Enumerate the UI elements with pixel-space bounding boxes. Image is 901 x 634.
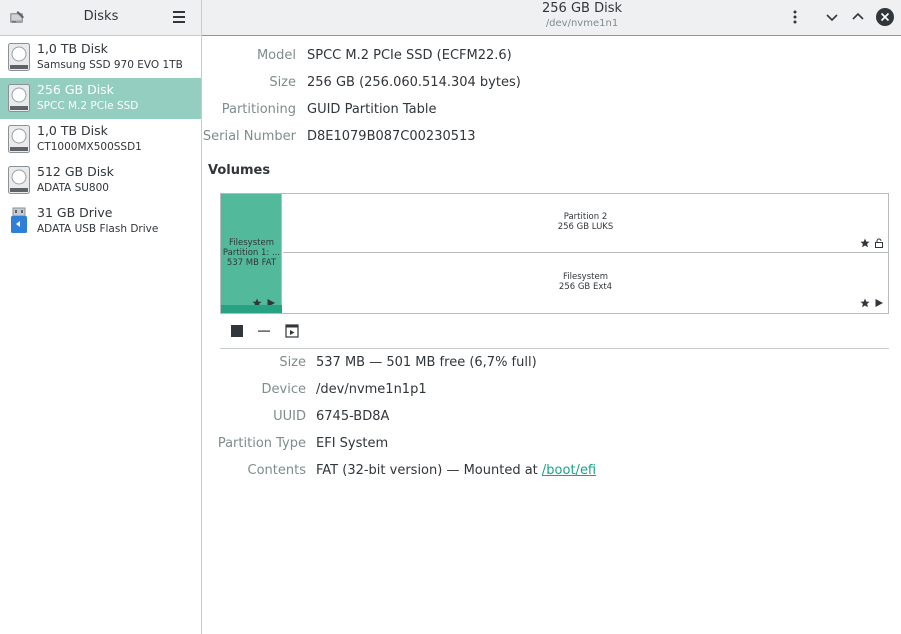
- partition-1-line2: Partition 1: ...: [222, 248, 281, 258]
- unlocked-icon: [875, 238, 883, 248]
- drive-item[interactable]: 1,0 TB Disk CT1000MX500SSD1: [0, 119, 201, 160]
- drive-model: CT1000MX500SSD1: [37, 141, 142, 153]
- vol-device-value: /dev/nvme1n1p1: [316, 382, 427, 397]
- vol-uuid-value: 6745-BD8A: [316, 409, 390, 424]
- main-header: 256 GB Disk /dev/nvme1n1: [202, 0, 901, 36]
- disks-app-icon: [10, 11, 24, 23]
- remove-partition-icon[interactable]: [255, 322, 273, 340]
- vol-size-row: Size: [206, 355, 306, 375]
- partition-2-block[interactable]: Partition 2 256 GB LUKS: [283, 194, 888, 253]
- additional-options-icon[interactable]: [283, 322, 301, 340]
- vol-contents-label: Contents: [247, 463, 306, 478]
- drive-item-selected[interactable]: 256 GB Disk SPCC M.2 PCIe SSD: [0, 78, 201, 119]
- partitioning-label: Partitioning: [221, 102, 296, 117]
- play-icon: [875, 299, 883, 307]
- stop-icon[interactable]: [228, 322, 246, 340]
- serial-row: Serial Number: [196, 129, 296, 149]
- drive-model: Samsung SSD 970 EVO 1TB: [37, 59, 183, 71]
- star-icon: [860, 298, 870, 308]
- drive-model: ADATA USB Flash Drive: [37, 223, 159, 235]
- volume-map: Filesystem Partition 1: ... 537 MB FAT P…: [220, 193, 889, 314]
- serial-label: Serial Number: [202, 129, 296, 144]
- partition-2-line2: 256 GB LUKS: [557, 222, 614, 232]
- filesystem-block[interactable]: Filesystem 256 GB Ext4: [283, 254, 888, 313]
- vol-size-label: Size: [279, 355, 306, 370]
- hard-disk-icon: [8, 166, 30, 194]
- partitioning-value: GUID Partition Table: [307, 102, 437, 117]
- partition-1-line3: 537 MB FAT: [226, 258, 277, 268]
- size-label: Size: [269, 75, 296, 90]
- size-row: Size: [196, 75, 296, 95]
- sidebar: Disks 1,0 TB Disk Samsung SSD 970 EVO 1T…: [0, 0, 202, 634]
- vol-contents-text: FAT (32-bit version) — Mounted at: [316, 463, 542, 478]
- partitioning-row: Partitioning: [196, 102, 296, 122]
- vol-contents-value: FAT (32-bit version) — Mounted at /boot/…: [316, 463, 596, 478]
- drive-item[interactable]: 512 GB Disk ADATA SU800: [0, 160, 201, 201]
- sidebar-header: Disks: [0, 0, 201, 36]
- vol-contents-row: Contents: [206, 463, 306, 483]
- drive-model: ADATA SU800: [37, 182, 109, 194]
- hard-disk-icon: [8, 43, 30, 71]
- vol-uuid-label: UUID: [273, 409, 306, 424]
- vol-uuid-row: UUID: [206, 409, 306, 429]
- vol-size-value: 537 MB — 501 MB free (6,7% full): [316, 355, 537, 370]
- drive-name: 31 GB Drive: [37, 205, 113, 220]
- drive-model: SPCC M.2 PCIe SSD: [37, 100, 139, 112]
- partition-1-usage-bar: [221, 305, 282, 313]
- model-row: Model: [196, 48, 296, 68]
- drive-list: 1,0 TB Disk Samsung SSD 970 EVO 1TB 256 …: [0, 37, 201, 242]
- drive-name: 512 GB Disk: [37, 164, 114, 179]
- filesystem-line2: 256 GB Ext4: [558, 282, 613, 292]
- volumes-heading: Volumes: [208, 163, 271, 178]
- vol-device-label: Device: [261, 382, 306, 397]
- partition-1-block[interactable]: Filesystem Partition 1: ... 537 MB FAT: [221, 194, 282, 313]
- vol-ptype-value: EFI System: [316, 436, 389, 451]
- kebab-menu-icon[interactable]: [785, 7, 805, 27]
- drive-name: 256 GB Disk: [37, 82, 114, 97]
- disks-window: Disks 1,0 TB Disk Samsung SSD 970 EVO 1T…: [0, 0, 901, 634]
- partition-2-line1: Partition 2: [563, 212, 608, 222]
- model-value: SPCC M.2 PCIe SSD (ECFM22.6): [307, 48, 512, 63]
- size-value: 256 GB (256.060.514.304 bytes): [307, 75, 521, 90]
- usb-drive-icon: [11, 207, 27, 233]
- model-label: Model: [256, 48, 296, 63]
- sidebar-title: Disks: [83, 9, 119, 24]
- mount-point-link[interactable]: /boot/efi: [542, 463, 596, 478]
- vol-ptype-label: Partition Type: [217, 436, 306, 451]
- close-icon[interactable]: [875, 7, 895, 27]
- serial-value: D8E1079B087C00230513: [307, 129, 476, 144]
- filesystem-line1: Filesystem: [563, 272, 608, 282]
- hamburger-menu-icon[interactable]: [170, 9, 188, 25]
- drive-name: 1,0 TB Disk: [37, 123, 108, 138]
- star-icon: [860, 238, 870, 248]
- drive-item[interactable]: 31 GB Drive ADATA USB Flash Drive: [0, 201, 201, 242]
- vol-ptype-row: Partition Type: [206, 436, 306, 456]
- partition-1-line1: Filesystem: [229, 238, 274, 248]
- minimize-icon[interactable]: [822, 7, 842, 27]
- hard-disk-icon: [8, 125, 30, 153]
- volume-divider: [220, 348, 889, 349]
- maximize-icon[interactable]: [848, 7, 868, 27]
- hard-disk-icon: [8, 84, 30, 112]
- vol-device-row: Device: [206, 382, 306, 402]
- drive-item[interactable]: 1,0 TB Disk Samsung SSD 970 EVO 1TB: [0, 37, 201, 78]
- drive-name: 1,0 TB Disk: [37, 41, 108, 56]
